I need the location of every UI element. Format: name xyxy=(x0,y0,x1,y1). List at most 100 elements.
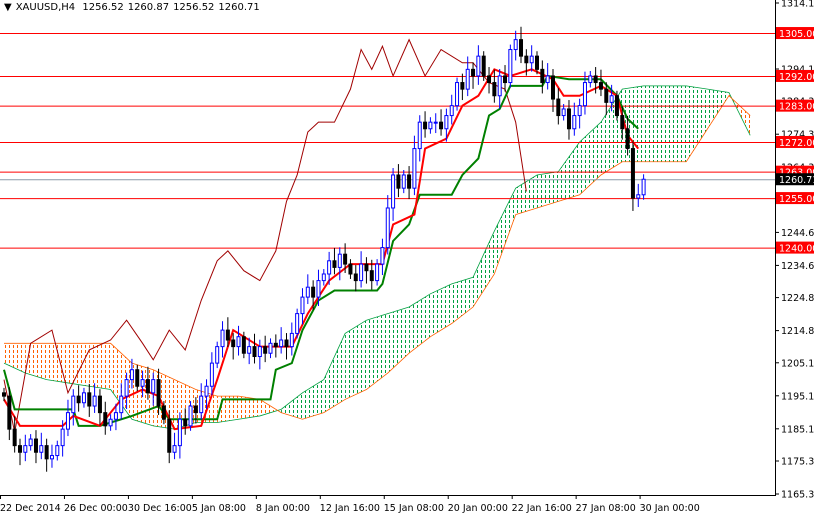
cloud-segment-bullish xyxy=(451,277,474,324)
candle-body xyxy=(423,121,428,130)
cloud-segment-bullish xyxy=(579,122,601,195)
candle-body xyxy=(65,412,70,430)
candle-body xyxy=(471,68,476,77)
dropdown-triangle-icon[interactable]: ▼ xyxy=(4,2,12,13)
candle-body xyxy=(289,332,294,348)
candle-body xyxy=(17,445,22,453)
cloud-segment-bullish xyxy=(643,85,665,162)
y-tick-label: 1195.10 xyxy=(781,391,814,402)
x-tick-label: 5 Jan 08:00 xyxy=(192,503,246,514)
candle-body xyxy=(385,207,390,249)
candle-body xyxy=(359,263,364,282)
x-tick-label: 12 Jan 16:00 xyxy=(320,503,380,514)
x-tick-label: 22 Jan 16:00 xyxy=(512,503,572,514)
cloud-segment-bearish xyxy=(4,343,26,374)
candle-body xyxy=(268,342,273,354)
level-label: 1272.00 xyxy=(779,138,814,149)
x-tick-label: 26 Dec 00:00 xyxy=(64,503,128,514)
level-label: 1305.00 xyxy=(779,29,814,40)
y-tick-label: 1205.10 xyxy=(781,358,814,369)
candle-body xyxy=(636,194,641,199)
cloud-segment-bullish xyxy=(281,392,303,420)
candle-body xyxy=(23,445,28,453)
time-axis[interactable]: 22 Dec 2014 26 Dec 00:00 30 Dec 16:00 5 Jan… xyxy=(0,495,700,514)
candle-body xyxy=(417,121,422,150)
candle-body xyxy=(380,247,385,265)
y-tick-label: 1314.10 xyxy=(781,0,814,10)
level-labels: 1305.001292.001283.001272.001263.001255.… xyxy=(776,27,814,255)
candle-body xyxy=(375,263,380,282)
candle-body xyxy=(247,346,252,354)
candle-body xyxy=(252,346,257,358)
level-label: 1240.00 xyxy=(779,244,814,255)
candle-body xyxy=(140,379,145,387)
candle-body xyxy=(348,263,353,275)
candle-body xyxy=(97,395,102,414)
candle-body xyxy=(167,418,172,453)
cloud-segment-bullish xyxy=(473,231,495,308)
candle-body xyxy=(71,395,76,414)
candle-body xyxy=(540,68,545,84)
candle-body xyxy=(300,296,305,315)
candle-body xyxy=(145,379,150,394)
candle-body xyxy=(12,428,17,447)
x-tick-label: 15 Jan 08:00 xyxy=(384,503,444,514)
candle-body xyxy=(215,346,220,364)
cloud-segment-bearish xyxy=(89,343,111,390)
candle-body xyxy=(396,174,401,189)
candle-body xyxy=(55,445,60,457)
level-label: 1292.00 xyxy=(779,72,814,83)
candle-body xyxy=(630,148,635,199)
candle-body xyxy=(81,392,86,404)
candle-body xyxy=(311,286,316,298)
chart-header: ▼ XAUUSD,H4 1256.52 1260.87 1256.52 1260.71 xyxy=(4,2,264,13)
high-value: 1260.87 xyxy=(127,2,170,13)
candle-body xyxy=(524,55,529,64)
cloud-segment-bearish xyxy=(67,343,90,387)
candle-body xyxy=(337,253,342,268)
candle-body xyxy=(263,346,268,354)
y-tick-label: 1175.35 xyxy=(781,456,814,467)
candle-body xyxy=(598,82,603,90)
x-tick-label: 30 Dec 16:00 xyxy=(128,503,192,514)
candle-body xyxy=(49,455,54,460)
candle-body xyxy=(183,418,188,427)
candle-body xyxy=(39,445,44,453)
cloud-segment-bullish xyxy=(345,320,367,400)
candle-body xyxy=(156,379,161,407)
x-tick-label: 8 Jan 00:00 xyxy=(256,503,310,514)
candle-body xyxy=(492,82,497,97)
x-tick-label: 30 Jan 00:00 xyxy=(640,503,700,514)
candle-body xyxy=(577,105,582,117)
candle-body xyxy=(44,445,49,460)
price-chart[interactable]: 1314.101294.101284.351274.351264.351244.… xyxy=(0,0,814,516)
candle-body xyxy=(161,405,166,420)
candle-body xyxy=(582,82,587,107)
y-tick-label: 1234.60 xyxy=(781,261,814,272)
candle-body xyxy=(220,329,225,348)
candle-body xyxy=(407,174,412,189)
low-value: 1256.52 xyxy=(173,2,215,13)
candle-body xyxy=(76,395,81,404)
candle-body xyxy=(428,121,433,130)
candle-body xyxy=(332,260,337,268)
candle-body xyxy=(572,115,577,130)
candle-body xyxy=(135,369,140,387)
y-tick-label: 1165.35 xyxy=(781,490,814,501)
candle-body xyxy=(401,174,406,189)
candle-body xyxy=(172,445,177,453)
candle-body xyxy=(2,392,6,397)
candle-body xyxy=(566,108,571,130)
candle-body xyxy=(455,82,460,107)
candle-body xyxy=(92,395,97,407)
candle-body xyxy=(545,75,550,84)
candle-body xyxy=(364,263,369,272)
candle-body xyxy=(439,121,444,130)
candle-body xyxy=(641,178,646,196)
candle-body xyxy=(620,115,625,130)
x-tick-label: 20 Jan 00:00 xyxy=(448,503,508,514)
candle-body xyxy=(550,75,555,100)
cloud-segment-bullish xyxy=(494,188,516,274)
candle-body xyxy=(625,128,630,150)
cloud-segment-bullish xyxy=(366,313,388,390)
